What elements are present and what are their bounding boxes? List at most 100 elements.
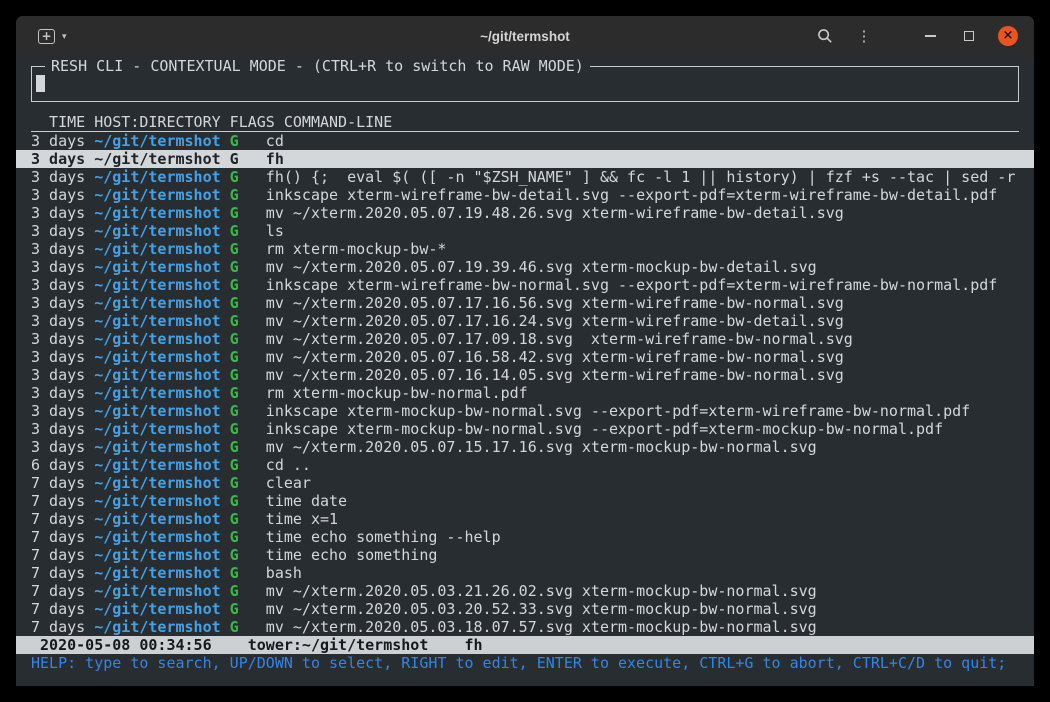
history-row[interactable]: 3 days ~/git/termshot G mv ~/xterm.2020.… [16,294,1034,312]
row-flags: G [221,132,239,150]
row-flags: G [221,276,239,294]
search-input-box[interactable]: RESH CLI - CONTEXTUAL MODE - (CTRL+R to … [31,66,1019,102]
history-row[interactable]: 3 days ~/git/termshot G fh() {; eval $( … [16,168,1034,186]
history-row[interactable]: 7 days ~/git/termshot G time x=1 [16,510,1034,528]
history-row[interactable]: 7 days ~/git/termshot G bash [16,564,1034,582]
row-flags: G [221,546,239,564]
row-command: inkscape xterm-wireframe-bw-normal.svg -… [239,276,998,294]
row-command: mv ~/xterm.2020.05.07.17.16.56.svg xterm… [239,294,844,312]
history-list: 3 days ~/git/termshot G cd3 days ~/git/t… [16,132,1034,636]
row-command: mv ~/xterm.2020.05.07.17.09.18.svg xterm… [239,330,853,348]
titlebar: +▾ ~/git/termshot ⋮ × [16,16,1034,56]
row-time: 3 days [31,384,85,402]
history-row[interactable]: 3 days ~/git/termshot G inkscape xterm-m… [16,420,1034,438]
row-time: 3 days [31,204,85,222]
new-tab-icon: + [38,29,55,44]
row-time: 7 days [31,528,85,546]
row-command: cd .. [239,456,311,474]
row-time: 3 days [31,168,85,186]
row-flags: G [221,312,239,330]
row-flags: G [221,456,239,474]
history-row[interactable]: 3 days ~/git/termshot G rm xterm-mockup-… [16,384,1034,402]
history-row[interactable]: 3 days ~/git/termshot G ls [16,222,1034,240]
table-header: TIME HOST:DIRECTORY FLAGS COMMAND-LINE [31,113,1019,132]
row-command: inkscape xterm-mockup-bw-normal.svg --ex… [239,420,943,438]
row-host: ~/git/termshot [85,564,220,582]
row-host: ~/git/termshot [85,366,220,384]
row-time: 3 days [31,366,85,384]
history-row[interactable]: 3 days ~/git/termshot G mv ~/xterm.2020.… [16,204,1034,222]
row-host: ~/git/termshot [85,312,220,330]
row-flags: G [221,384,239,402]
row-command: mv ~/xterm.2020.05.03.18.07.57.svg xterm… [239,618,817,636]
row-command: mv ~/xterm.2020.05.03.20.52.33.svg xterm… [239,600,817,618]
history-row[interactable]: 7 days ~/git/termshot G mv ~/xterm.2020.… [16,600,1034,618]
row-flags: G [221,204,239,222]
row-command: clear [239,474,311,492]
row-command: mv ~/xterm.2020.05.07.17.16.24.svg xterm… [239,312,844,330]
row-flags: G [221,330,239,348]
minimize-button[interactable] [920,26,940,46]
row-command: fh() {; eval $( ([ -n "$ZSH_NAME" ] && f… [239,168,1016,186]
minimize-icon [925,35,936,37]
history-row[interactable]: 7 days ~/git/termshot G time date [16,492,1034,510]
row-host: ~/git/termshot [85,492,220,510]
history-row[interactable]: 7 days ~/git/termshot G time echo someth… [16,528,1034,546]
row-time: 6 days [31,456,85,474]
history-row[interactable]: 3 days ~/git/termshot G mv ~/xterm.2020.… [16,330,1034,348]
history-row[interactable]: 7 days ~/git/termshot G mv ~/xterm.2020.… [16,618,1034,636]
row-time: 7 days [31,510,85,528]
history-row[interactable]: 3 days ~/git/termshot G mv ~/xterm.2020.… [16,348,1034,366]
row-host: ~/git/termshot [85,510,220,528]
history-row[interactable]: 3 days ~/git/termshot G mv ~/xterm.2020.… [16,366,1034,384]
row-flags: G [221,438,239,456]
search-button[interactable] [815,26,835,46]
text-cursor [36,75,45,92]
terminal-window: +▾ ~/git/termshot ⋮ × RESH CLI - CONTEXT… [16,16,1034,686]
history-row[interactable]: 3 days ~/git/termshot G mv ~/xterm.2020.… [16,312,1034,330]
row-host: ~/git/termshot [85,546,220,564]
history-row[interactable]: 3 days ~/git/termshot G rm xterm-mockup-… [16,240,1034,258]
row-flags: G [221,348,239,366]
history-row[interactable]: 7 days ~/git/termshot G time echo someth… [16,546,1034,564]
row-host: ~/git/termshot [85,168,220,186]
row-command: time date [239,492,347,510]
row-host: ~/git/termshot [85,618,220,636]
row-time: 3 days [31,186,85,204]
history-row[interactable]: 6 days ~/git/termshot G cd .. [16,456,1034,474]
history-row[interactable]: 3 days ~/git/termshot G mv ~/xterm.2020.… [16,438,1034,456]
history-row[interactable]: 3 days ~/git/termshot G inkscape xterm-w… [16,276,1034,294]
history-row[interactable]: 7 days ~/git/termshot G clear [16,474,1034,492]
row-host: ~/git/termshot [85,600,220,618]
restore-button[interactable] [959,26,979,46]
history-row[interactable]: 3 days ~/git/termshot G inkscape xterm-m… [16,402,1034,420]
row-flags: G [221,474,239,492]
status-bar: 2020-05-08 00:34:56 tower:~/git/termshot… [16,636,1034,654]
history-row[interactable]: 3 days ~/git/termshot G cd [16,132,1034,150]
row-command: time x=1 [239,510,338,528]
row-time: 3 days [31,132,85,150]
row-time: 3 days [31,438,85,456]
row-flags: G [221,186,239,204]
row-flags: G [221,258,239,276]
close-button[interactable]: × [998,26,1018,46]
row-flags: G [221,492,239,510]
row-time: 7 days [31,582,85,600]
history-row[interactable]: 3 days ~/git/termshot G inkscape xterm-w… [16,186,1034,204]
close-icon: × [1003,28,1014,43]
history-row[interactable]: 3 days ~/git/termshot G fh [16,150,1034,168]
row-flags: G [221,528,239,546]
history-row[interactable]: 3 days ~/git/termshot G mv ~/xterm.2020.… [16,258,1034,276]
row-command: mv ~/xterm.2020.05.07.19.39.46.svg xterm… [239,258,817,276]
row-command: fh [239,150,284,168]
row-command: rm xterm-mockup-bw-* [239,240,447,258]
row-host: ~/git/termshot [85,438,220,456]
row-command: rm xterm-mockup-bw-normal.pdf [239,384,528,402]
row-host: ~/git/termshot [85,204,220,222]
history-row[interactable]: 7 days ~/git/termshot G mv ~/xterm.2020.… [16,582,1034,600]
row-host: ~/git/termshot [85,474,220,492]
row-time: 3 days [31,222,85,240]
new-tab-button[interactable]: +▾ [38,29,67,44]
search-icon [817,28,833,44]
menu-button[interactable]: ⋮ [854,26,874,46]
